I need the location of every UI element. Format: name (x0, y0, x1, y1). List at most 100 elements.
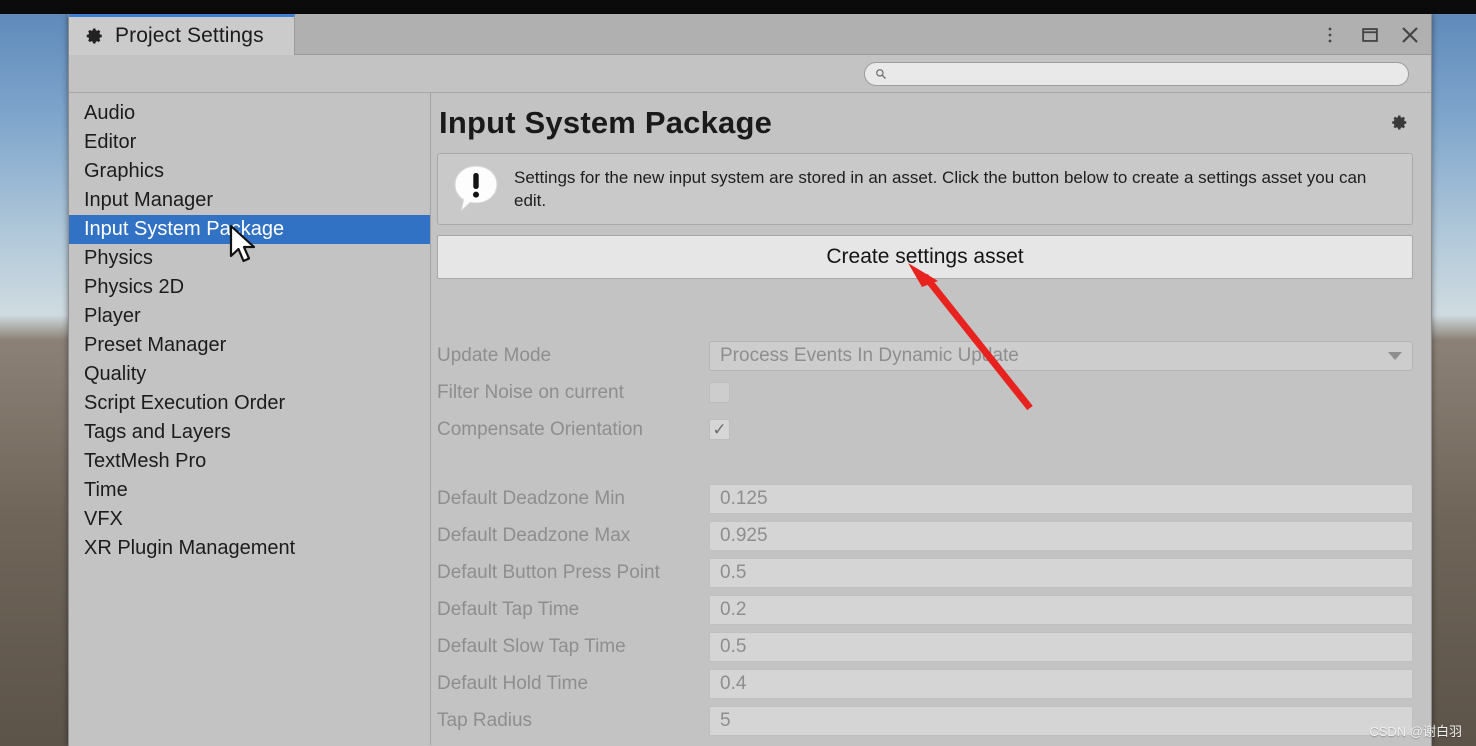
sidebar-item-player[interactable]: Player (69, 302, 430, 331)
sidebar-item-physics[interactable]: Physics (69, 244, 430, 273)
search-icon (875, 68, 887, 80)
form-spacer (437, 448, 1413, 480)
default-button-press-point-input[interactable]: 0.5 (709, 557, 1413, 588)
sidebar-item-input-system-package[interactable]: Input System Package (69, 215, 430, 244)
sidebar-item-label: Editor (84, 131, 137, 153)
tab-project-settings[interactable]: Project Settings (69, 14, 295, 55)
sidebar-item-label: Input System Package (84, 218, 285, 240)
sidebar-item-textmesh-pro[interactable]: TextMesh Pro (69, 447, 430, 476)
close-icon[interactable] (1397, 22, 1423, 48)
filter-noise-label: Filter Noise on current (437, 381, 624, 403)
tap-radius-value: 5 (720, 709, 731, 731)
kebab-menu-icon[interactable] (1317, 22, 1343, 48)
tap-radius-input[interactable]: 5 (709, 705, 1413, 736)
project-settings-window: Project Settings Audio Editor Graphics I… (68, 14, 1432, 746)
sidebar-item-tags-and-layers[interactable]: Tags and Layers (69, 418, 430, 447)
sidebar-item-physics-2d[interactable]: Physics 2D (69, 273, 430, 302)
settings-sidebar: Audio Editor Graphics Input Manager Inpu… (69, 93, 431, 745)
sidebar-item-label: Tags and Layers (84, 421, 231, 443)
field-row-compensate-orientation: Compensate Orientation ✓ (437, 411, 1413, 448)
settings-main-panel: Input System Package Settings for the ne… (431, 93, 1431, 745)
field-row-default-button-press-point: Default Button Press Point 0.5 (437, 554, 1413, 591)
sidebar-item-label: Input Manager (84, 189, 213, 211)
default-button-press-point-label: Default Button Press Point (437, 561, 660, 583)
default-deadzone-min-label: Default Deadzone Min (437, 487, 625, 509)
field-row-default-deadzone-max: Default Deadzone Max 0.925 (437, 517, 1413, 554)
default-slow-tap-time-label: Default Slow Tap Time (437, 635, 626, 657)
field-row-filter-noise: Filter Noise on current (437, 374, 1413, 411)
compensate-orientation-label: Compensate Orientation (437, 418, 643, 440)
default-hold-time-input[interactable]: 0.4 (709, 668, 1413, 699)
default-tap-time-label: Default Tap Time (437, 598, 580, 620)
tap-radius-label: Tap Radius (437, 709, 533, 731)
check-icon: ✓ (712, 420, 727, 439)
settings-form: Update Mode Process Events In Dynamic Up… (431, 337, 1431, 739)
default-hold-time-label: Default Hold Time (437, 672, 589, 694)
default-deadzone-min-value: 0.125 (720, 487, 768, 509)
filter-noise-checkbox[interactable] (709, 382, 730, 403)
page-title: Input System Package (439, 105, 773, 140)
field-row-default-tap-time: Default Tap Time 0.2 (437, 591, 1413, 628)
window-title-bar: Project Settings (69, 14, 1431, 55)
default-tap-time-value: 0.2 (720, 598, 747, 620)
sidebar-item-label: Physics 2D (84, 276, 185, 298)
field-row-update-mode: Update Mode Process Events In Dynamic Up… (437, 337, 1413, 374)
sidebar-item-label: Preset Manager (84, 334, 227, 356)
default-deadzone-min-input[interactable]: 0.125 (709, 483, 1413, 514)
default-tap-time-input[interactable]: 0.2 (709, 594, 1413, 625)
default-deadzone-max-value: 0.925 (720, 524, 768, 546)
create-settings-asset-label: Create settings asset (826, 245, 1024, 268)
create-settings-asset-button[interactable]: Create settings asset (437, 235, 1413, 279)
gear-icon[interactable] (1390, 113, 1409, 137)
sidebar-item-label: Quality (84, 363, 147, 385)
sidebar-item-label: Audio (84, 102, 136, 124)
sidebar-item-audio[interactable]: Audio (69, 99, 430, 128)
window-body: Audio Editor Graphics Input Manager Inpu… (69, 93, 1431, 745)
info-exclamation-icon (450, 163, 502, 215)
sidebar-item-editor[interactable]: Editor (69, 128, 430, 157)
window-controls (1317, 14, 1423, 55)
sidebar-item-quality[interactable]: Quality (69, 360, 430, 389)
field-row-default-hold-time: Default Hold Time 0.4 (437, 665, 1413, 702)
sidebar-item-preset-manager[interactable]: Preset Manager (69, 331, 430, 360)
default-slow-tap-time-value: 0.5 (720, 635, 747, 657)
default-slow-tap-time-input[interactable]: 0.5 (709, 631, 1413, 662)
sidebar-item-input-manager[interactable]: Input Manager (69, 186, 430, 215)
sidebar-item-label: Physics (84, 247, 153, 269)
gear-icon (86, 27, 104, 45)
field-row-tap-radius: Tap Radius 5 (437, 702, 1413, 739)
chevron-down-icon (1388, 351, 1402, 360)
sidebar-item-label: Graphics (84, 160, 165, 182)
sidebar-item-time[interactable]: Time (69, 476, 430, 505)
default-deadzone-max-label: Default Deadzone Max (437, 524, 631, 546)
update-mode-dropdown[interactable]: Process Events In Dynamic Update (709, 340, 1413, 371)
sidebar-item-script-execution-order[interactable]: Script Execution Order (69, 389, 430, 418)
compensate-orientation-checkbox[interactable]: ✓ (709, 419, 730, 440)
main-header: Input System Package (431, 93, 1431, 141)
default-hold-time-value: 0.4 (720, 672, 747, 694)
desktop-background: Project Settings Audio Editor Graphics I… (0, 0, 1476, 746)
sidebar-item-label: TextMesh Pro (84, 450, 207, 472)
screen-top-bar (0, 0, 1476, 14)
sidebar-item-xr-plugin-management[interactable]: XR Plugin Management (69, 534, 430, 563)
tab-label: Project Settings (115, 24, 264, 47)
sidebar-item-label: VFX (84, 508, 123, 530)
watermark: CSDN @谢白羽 (1369, 724, 1462, 739)
sidebar-item-graphics[interactable]: Graphics (69, 157, 430, 186)
sidebar-item-label: XR Plugin Management (84, 537, 296, 559)
sidebar-item-label: Time (84, 479, 128, 501)
search-box[interactable] (864, 61, 1409, 86)
update-mode-label: Update Mode (437, 344, 552, 366)
search-input[interactable] (894, 66, 1398, 81)
update-mode-value: Process Events In Dynamic Update (720, 344, 1019, 366)
field-row-default-deadzone-min: Default Deadzone Min 0.125 (437, 480, 1413, 517)
maximize-icon[interactable] (1357, 22, 1383, 48)
field-row-default-slow-tap-time: Default Slow Tap Time 0.5 (437, 628, 1413, 665)
default-button-press-point-value: 0.5 (720, 561, 747, 583)
sidebar-item-vfx[interactable]: VFX (69, 505, 430, 534)
sidebar-item-label: Script Execution Order (84, 392, 286, 414)
default-deadzone-max-input[interactable]: 0.925 (709, 520, 1413, 551)
sidebar-item-label: Player (84, 305, 141, 327)
search-row (69, 55, 1431, 93)
info-message-text: Settings for the new input system are st… (514, 167, 1367, 210)
